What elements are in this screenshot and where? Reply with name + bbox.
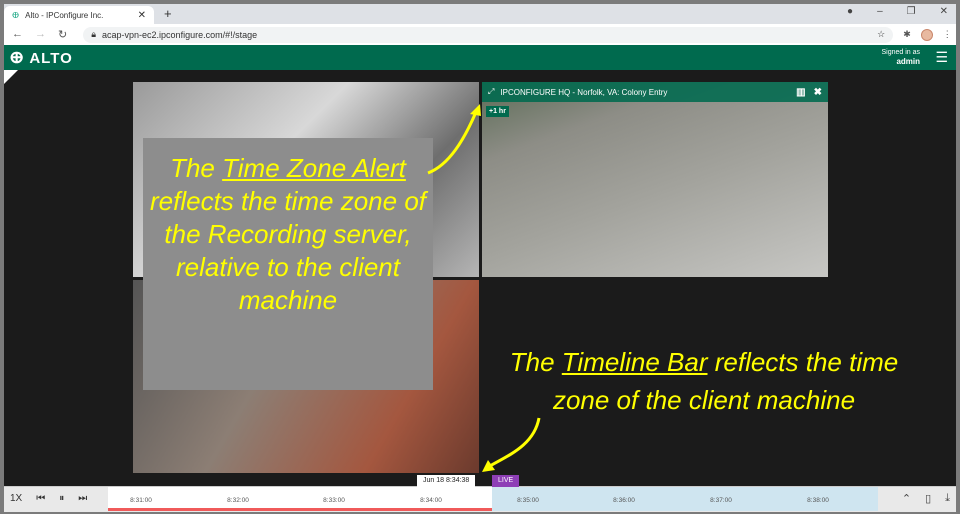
signed-in-label: Signed in as: [881, 49, 920, 56]
alto-favicon-icon: ⴲ: [12, 10, 20, 20]
address-bar: ← → ↻ 🔒︎ acap-vpn-ec2.ipconfigure.com/#!…: [4, 24, 956, 45]
tick-label: 8:35:00: [517, 497, 539, 504]
minimize-button[interactable]: –: [877, 6, 883, 17]
pause-icon[interactable]: ⏸: [59, 493, 64, 504]
close-window-button[interactable]: ✕: [940, 6, 948, 17]
more-menu-icon[interactable]: ⋮: [943, 29, 952, 40]
timeline-bar: 1X ⏮ ⏸ ⏭ 8:31:00 8:32:00 8:33:00 8:34:00…: [4, 475, 956, 512]
profile-avatar[interactable]: [920, 28, 933, 41]
extensions-icon[interactable]: ✱: [903, 29, 911, 40]
new-tab-button[interactable]: +: [164, 6, 172, 21]
reload-icon[interactable]: ↻: [58, 28, 67, 41]
live-button[interactable]: LIVE: [492, 475, 520, 487]
tick-label: 8:34:00: [420, 497, 442, 504]
logo-text: ALTO: [29, 49, 73, 67]
speed-button[interactable]: 1X: [10, 493, 22, 504]
close-tab-icon[interactable]: ✕: [138, 10, 146, 21]
back-icon[interactable]: ←: [12, 28, 23, 41]
browser-tab[interactable]: ⴲ Alto - IPConfigure Inc. ✕: [4, 6, 154, 24]
url-input[interactable]: 🔒︎ acap-vpn-ec2.ipconfigure.com/#!/stage…: [83, 26, 894, 43]
browser-window: ⴲ Alto - IPConfigure Inc. ✕ + ● – ❐ ✕ ← …: [4, 4, 956, 512]
url-text: acap-vpn-ec2.ipconfigure.com/#!/stage: [102, 29, 258, 40]
lock-icon: 🔒︎: [91, 29, 97, 39]
tab-bar: ⴲ Alto - IPConfigure Inc. ✕ + ● – ❐ ✕: [4, 4, 956, 24]
skip-forward-icon[interactable]: ⏭: [78, 493, 87, 504]
calendar-icon[interactable]: ▯: [925, 492, 931, 505]
bookmark-star-icon[interactable]: ☆: [877, 29, 885, 40]
media-icon[interactable]: ●: [847, 6, 853, 17]
timeline-track[interactable]: 8:31:00 8:32:00 8:33:00 8:34:00 8:35:00 …: [108, 487, 878, 511]
tick-label: 8:37:00: [710, 497, 732, 504]
alto-logo[interactable]: ⴲ ALTO: [10, 49, 73, 68]
app-header: ⴲ ALTO Signed in as admin ☰: [4, 45, 956, 70]
video-stage: ⤢ IPCONFIGURE HQ - Norfolk, VA: Colony E…: [4, 70, 956, 486]
forward-icon[interactable]: →: [35, 28, 46, 41]
tick-label: 8:33:00: [323, 497, 345, 504]
lotus-icon: ⴲ: [10, 50, 25, 67]
skip-back-icon[interactable]: ⏮: [36, 493, 45, 504]
current-time-label: Jun 18 8:34:38: [417, 475, 476, 487]
username: admin: [896, 57, 920, 66]
hamburger-menu-icon[interactable]: ☰: [935, 49, 948, 66]
tab-title: Alto - IPConfigure Inc.: [25, 10, 104, 20]
restore-button[interactable]: ❐: [907, 6, 916, 17]
download-icon[interactable]: ⤓: [945, 492, 950, 505]
recording-indicator: [108, 508, 492, 511]
tick-label: 8:31:00: [130, 497, 152, 504]
tick-label: 8:32:00: [227, 497, 249, 504]
annotation-arrows: [427, 104, 541, 472]
chevron-up-icon[interactable]: ⌃: [902, 492, 911, 505]
tick-label: 8:36:00: [613, 497, 635, 504]
signed-in-info: Signed in as admin: [881, 48, 920, 67]
tick-label: 8:38:00: [807, 497, 829, 504]
